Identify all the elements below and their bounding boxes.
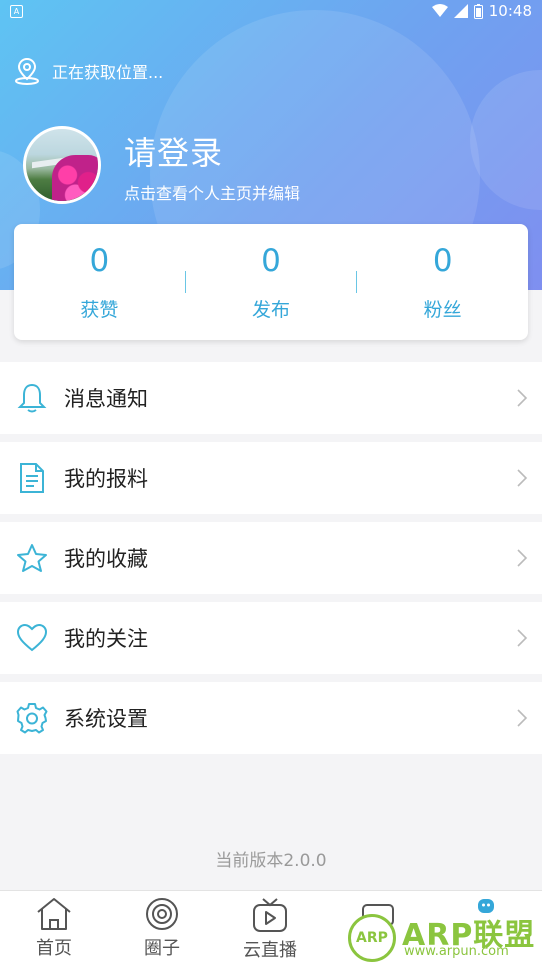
chevron-right-icon — [517, 389, 528, 407]
menu-item-label: 系统设置 — [64, 707, 148, 731]
chevron-right-icon — [517, 549, 528, 567]
tab-circle[interactable]: 圈子 — [108, 891, 216, 964]
menu-item-label: 消息通知 — [64, 387, 148, 411]
tab-circle-label: 圈子 — [144, 938, 180, 959]
stat-posts[interactable]: 0 发布 — [186, 243, 357, 322]
battery-icon — [473, 3, 483, 19]
menu-item-notifications[interactable]: 消息通知 — [0, 362, 542, 434]
location-pin-icon — [15, 57, 39, 85]
status-time: 10:48 — [488, 2, 532, 20]
tv-play-icon — [253, 898, 287, 932]
document-icon — [20, 463, 44, 493]
version-text: 当前版本2.0.0 — [215, 851, 327, 871]
menu-item-label: 我的收藏 — [64, 547, 148, 571]
watermark-logo: ARP — [348, 914, 396, 962]
status-bar: A 10:48 — [0, 0, 542, 24]
stat-likes-value: 0 — [89, 242, 110, 279]
stat-fans-label: 粉丝 — [423, 298, 462, 321]
login-subtitle[interactable]: 点击查看个人主页并编辑 — [124, 180, 300, 204]
home-icon — [37, 898, 71, 930]
menu-item-label: 我的关注 — [64, 627, 148, 651]
heart-icon — [16, 623, 48, 652]
stat-fans[interactable]: 0 粉丝 — [357, 243, 528, 322]
chevron-right-icon — [517, 709, 528, 727]
stat-fans-value: 0 — [432, 242, 453, 279]
stat-posts-label: 发布 — [252, 298, 291, 321]
bell-icon — [17, 383, 47, 413]
chevron-right-icon — [517, 469, 528, 487]
location-indicator[interactable]: 正在获取位置... — [14, 57, 163, 85]
menu-item-favorites[interactable]: 我的收藏 — [0, 522, 542, 594]
signal-icon — [453, 4, 468, 18]
avatar[interactable] — [23, 126, 101, 204]
location-text: 正在获取位置... — [52, 63, 164, 82]
stats-card: 0 获赞 0 发布 0 粉丝 — [14, 224, 528, 340]
stat-likes-label: 获赞 — [80, 298, 119, 321]
menu-item-label: 我的报料 — [64, 467, 148, 491]
gear-icon — [16, 703, 48, 734]
app-notification-icon: A — [10, 5, 23, 18]
star-icon — [17, 544, 47, 572]
login-title[interactable]: 请登录 — [124, 128, 223, 174]
circle-icon — [146, 898, 178, 930]
watermark: ARP ARP联盟 www.arpun.com — [348, 900, 542, 964]
tab-live[interactable]: 云直播 — [216, 891, 324, 964]
watermark-url: www.arpun.com — [404, 944, 509, 959]
stat-posts-value: 0 — [261, 242, 281, 279]
stat-likes[interactable]: 0 获赞 — [14, 243, 185, 322]
menu-item-settings[interactable]: 系统设置 — [0, 682, 542, 754]
tab-home[interactable]: 首页 — [0, 891, 108, 964]
tab-live-label: 云直播 — [243, 940, 297, 961]
decor-bubble — [470, 70, 542, 210]
chevron-right-icon — [517, 629, 528, 647]
tab-home-label: 首页 — [36, 938, 72, 959]
menu-item-following[interactable]: 我的关注 — [0, 602, 542, 674]
menu-item-my-reports[interactable]: 我的报料 — [0, 442, 542, 514]
wifi-icon — [431, 4, 448, 17]
